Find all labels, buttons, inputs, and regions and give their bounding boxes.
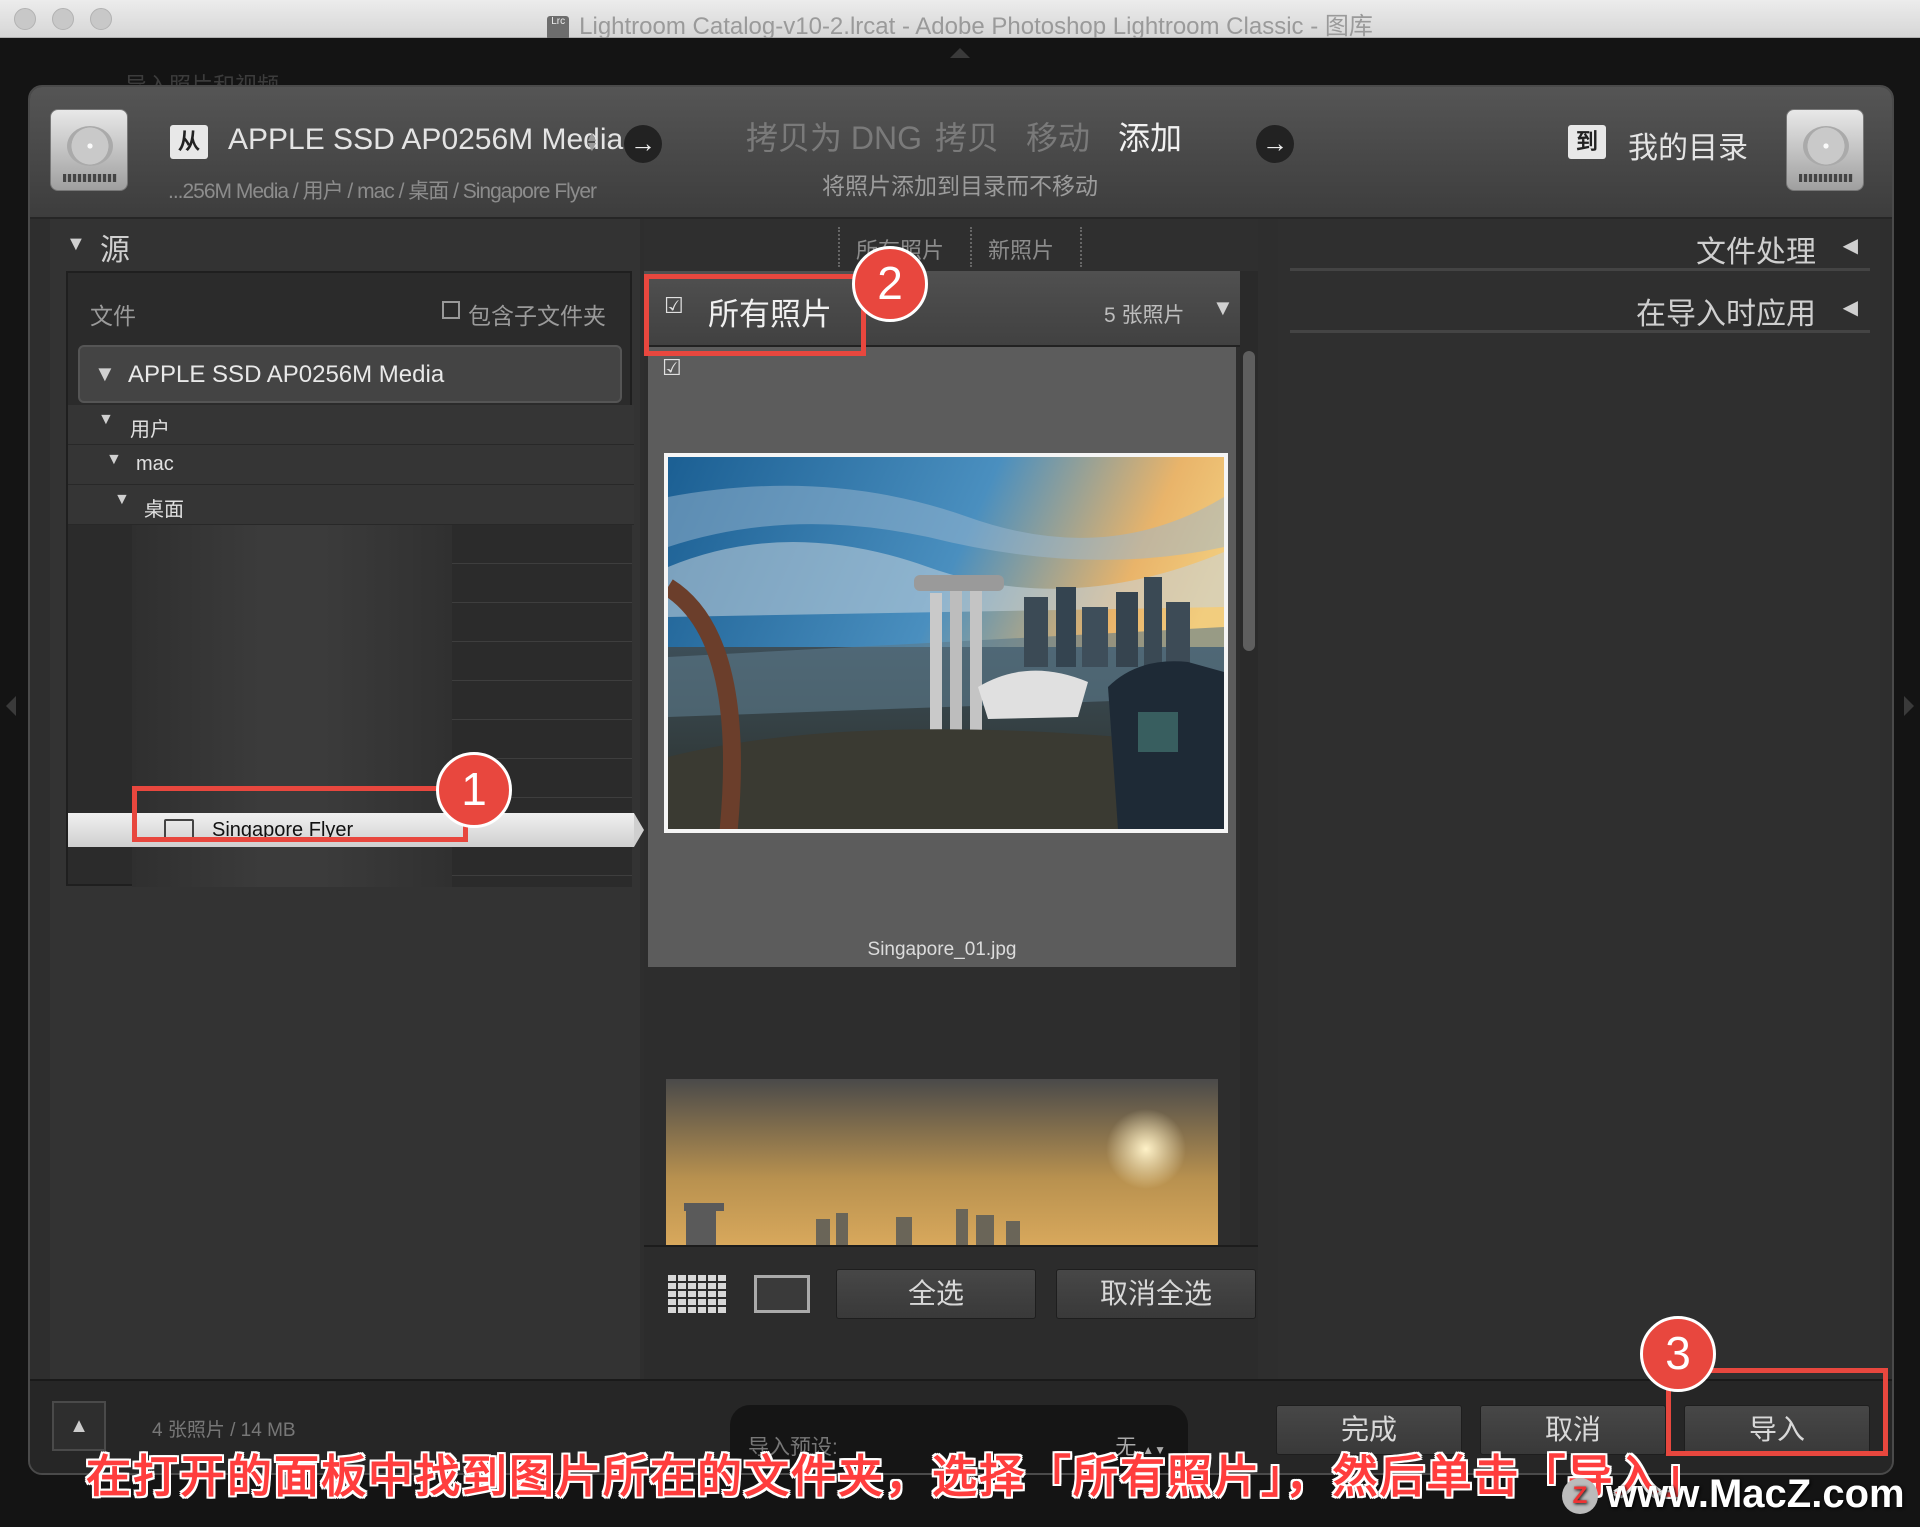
files-label: 文件 xyxy=(90,303,136,329)
tree-item-desktop[interactable]: ▼ 桌面 xyxy=(68,485,634,525)
import-header: 从 APPLE SSD AP0256M Media ▲ ▼ ...256M Med… xyxy=(30,87,1892,219)
photo-grid-panel: 所有照片 新照片 ☑ 所有照片 5 张照片 ▼ ☑ xyxy=(644,219,1258,1379)
thumbnail-grid: ☑ Singapore_01.jpg xyxy=(644,347,1240,1245)
expand-triangle-icon[interactable]: ▼ xyxy=(114,491,130,509)
step-1-badge: 1 xyxy=(436,752,512,828)
tree-item-users[interactable]: ▼ 用户 xyxy=(68,405,634,445)
left-edge-arrow-icon xyxy=(6,696,16,716)
collapse-triangle-icon[interactable]: ▼ xyxy=(66,233,86,256)
right-edge-arrow-icon xyxy=(1904,696,1914,716)
loupe-view-icon[interactable] xyxy=(754,1275,810,1313)
volume-row[interactable]: ▼ APPLE SSD AP0256M Media xyxy=(78,345,622,403)
options-panel: 文件处理 ◀ 在导入时应用 ◀ xyxy=(1278,219,1880,1379)
expand-triangle-icon[interactable]: ▼ xyxy=(98,411,114,429)
file-handling-label[interactable]: 文件处理 xyxy=(1696,227,1816,271)
arrow-right-icon: → xyxy=(1256,125,1294,163)
grid-toolbar: 全选 取消全选 xyxy=(644,1245,1258,1379)
source-drive-icon xyxy=(50,109,128,191)
tab-divider xyxy=(838,227,840,267)
tab-new-photos[interactable]: 新照片 xyxy=(988,233,1054,265)
lightroom-app-icon: Lrc xyxy=(547,15,570,40)
highlight-all-photos xyxy=(644,274,866,356)
import-dialog: 从 APPLE SSD AP0256M Media ▲ ▼ ...256M Med… xyxy=(28,85,1894,1475)
tree-item-label: 桌面 xyxy=(144,499,184,521)
tab-divider xyxy=(1080,227,1082,267)
tab-divider xyxy=(970,227,972,267)
volume-name: APPLE SSD AP0256M Media xyxy=(128,361,445,388)
tree-item-label: mac xyxy=(136,453,174,475)
source-dropdown-icon[interactable]: ▲ ▼ xyxy=(585,129,599,153)
macz-logo-icon: Z xyxy=(1562,1478,1598,1515)
source-panel-title[interactable]: 源 xyxy=(100,225,130,269)
grid-scrollbar[interactable] xyxy=(1240,271,1258,1245)
deselect-all-button[interactable]: 取消全选 xyxy=(1056,1269,1256,1319)
apply-during-import-label[interactable]: 在导入时应用 xyxy=(1636,289,1816,333)
mode-add[interactable]: 添加 xyxy=(1118,113,1182,159)
top-edge-arrow-icon xyxy=(950,48,970,58)
expand-left-triangle-icon[interactable]: ◀ xyxy=(1843,233,1858,258)
arrow-right-icon: → xyxy=(624,125,662,163)
singapore-skyline-image xyxy=(668,457,1224,829)
mode-move[interactable]: 移动 xyxy=(1026,113,1090,159)
highlight-folder xyxy=(132,786,468,842)
window-titlebar: Lrc Lightroom Catalog-v10-2.lrcat - Adobe… xyxy=(0,0,1920,41)
step-3-badge: 3 xyxy=(1640,1316,1716,1392)
sort-menu-triangle-icon[interactable]: ▼ xyxy=(1212,295,1234,321)
source-volume-selector[interactable]: APPLE SSD AP0256M Media xyxy=(228,123,623,157)
mode-copy[interactable]: 拷贝 xyxy=(935,113,999,159)
window-title-text: Lightroom Catalog-v10-2.lrcat - Adobe Ph… xyxy=(579,13,1373,40)
apply-during-import-section[interactable]: 在导入时应用 ◀ xyxy=(1290,281,1870,333)
grid-filter-tabs: 所有照片 新照片 xyxy=(644,219,1258,271)
expand-triangle-icon[interactable]: ▼ xyxy=(106,451,122,469)
destination-drive-icon xyxy=(1786,109,1864,191)
expand-triangle-icon[interactable]: ▼ xyxy=(94,361,116,387)
thumbnail-cell[interactable]: ☑ Singapore_01.jpg xyxy=(648,347,1236,967)
sunset-skyline-image xyxy=(666,1079,1218,1245)
photo-filename: Singapore_01.jpg xyxy=(867,939,1017,960)
grid-view-icon[interactable] xyxy=(668,1275,726,1313)
import-size-summary: 4 张照片 / 14 MB xyxy=(152,1420,296,1441)
photo-count: 5 张照片 xyxy=(1104,304,1185,327)
destination-name[interactable]: 我的目录 xyxy=(1628,123,1748,167)
include-subfolders-label[interactable]: 包含子文件夹 xyxy=(468,297,606,331)
tree-item-label: 用户 xyxy=(130,419,170,441)
expand-left-triangle-icon[interactable]: ◀ xyxy=(1843,295,1858,320)
select-all-button[interactable]: 全选 xyxy=(836,1269,1036,1319)
from-badge: 从 xyxy=(170,125,208,159)
tree-item-mac[interactable]: ▼ mac xyxy=(68,445,634,485)
include-subfolders-checkbox[interactable] xyxy=(442,301,460,319)
photo-thumbnail[interactable] xyxy=(664,453,1228,833)
watermark: Zwww.MacZ.com xyxy=(1562,1472,1905,1517)
mode-description: 将照片添加到目录而不移动 xyxy=(822,173,1098,199)
photo-thumbnail[interactable] xyxy=(666,1079,1218,1245)
source-breadcrumb: ...256M Media / 用户 / mac / 桌面 / Singapor… xyxy=(168,180,597,203)
file-handling-section[interactable]: 文件处理 ◀ xyxy=(1290,219,1870,271)
step-2-badge: 2 xyxy=(852,246,928,322)
scroll-thumb[interactable] xyxy=(1243,351,1255,651)
to-badge: 到 xyxy=(1568,125,1606,159)
selection-pointer xyxy=(634,813,644,847)
watermark-text: www.MacZ.com xyxy=(1606,1472,1905,1516)
window-title: Lrc Lightroom Catalog-v10-2.lrcat - Adobe… xyxy=(0,6,1920,41)
tutorial-caption: 在打开的面板中找到图片所在的文件夹，选择「所有照片」，然后单击「导入」 xyxy=(86,1451,1709,1502)
photo-checkbox[interactable]: ☑ xyxy=(662,355,682,381)
mode-copy-dng[interactable]: 拷贝为 DNG xyxy=(746,113,922,159)
